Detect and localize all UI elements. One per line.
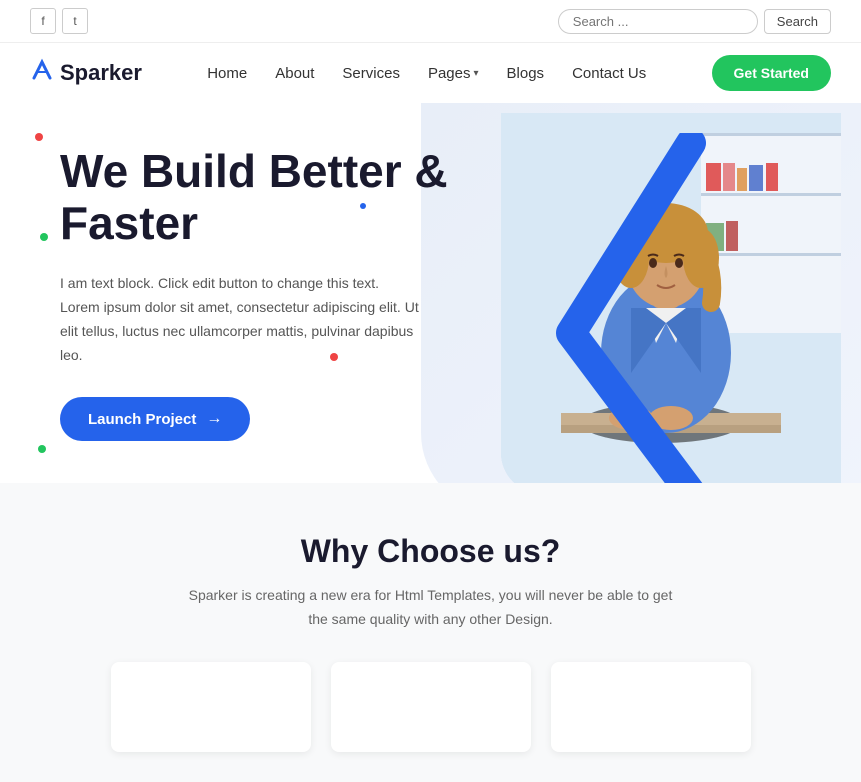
dot-decoration-5	[38, 445, 46, 453]
dot-decoration-1	[35, 133, 43, 141]
facebook-icon[interactable]: f	[30, 8, 56, 34]
feature-cards	[30, 662, 831, 752]
nav-pages[interactable]: Pages ▾	[428, 65, 479, 82]
arrow-icon: →	[206, 410, 222, 428]
feature-card-2	[331, 662, 531, 752]
chevron-down-icon: ▾	[474, 68, 479, 79]
why-description: Sparker is creating a new era for Html T…	[181, 584, 681, 632]
search-area: Search	[558, 9, 831, 34]
nav-services[interactable]: Services	[342, 65, 400, 82]
search-input[interactable]	[558, 9, 758, 34]
why-title: Why Choose us?	[30, 533, 831, 570]
hero-content: We Build Better & Faster I am text block…	[60, 145, 480, 442]
search-button[interactable]: Search	[764, 9, 831, 34]
hero-title: We Build Better & Faster	[60, 145, 480, 251]
dot-decoration-2	[40, 233, 48, 241]
feature-card-3	[551, 662, 751, 752]
twitter-icon[interactable]: t	[62, 8, 88, 34]
nav-contact[interactable]: Contact Us	[572, 65, 646, 82]
logo-icon	[30, 58, 54, 88]
blue-v-shape	[541, 133, 741, 483]
nav-links: Home About Services Pages ▾ Blogs Contac…	[207, 65, 646, 82]
social-links: f t	[30, 8, 88, 34]
logo-text: Sparker	[60, 60, 142, 86]
logo[interactable]: Sparker	[30, 58, 142, 88]
top-bar: f t Search	[0, 0, 861, 43]
get-started-button[interactable]: Get Started	[712, 55, 831, 91]
launch-project-button[interactable]: Launch Project →	[60, 397, 250, 441]
nav-blogs[interactable]: Blogs	[507, 65, 545, 82]
hero-section: We Build Better & Faster I am text block…	[0, 103, 861, 483]
nav-about[interactable]: About	[275, 65, 314, 82]
navbar: Sparker Home About Services Pages ▾ Blog…	[0, 43, 861, 103]
feature-card-1	[111, 662, 311, 752]
nav-home[interactable]: Home	[207, 65, 247, 82]
hero-description: I am text block. Click edit button to ch…	[60, 272, 420, 367]
why-choose-section: Why Choose us? Sparker is creating a new…	[0, 483, 861, 782]
